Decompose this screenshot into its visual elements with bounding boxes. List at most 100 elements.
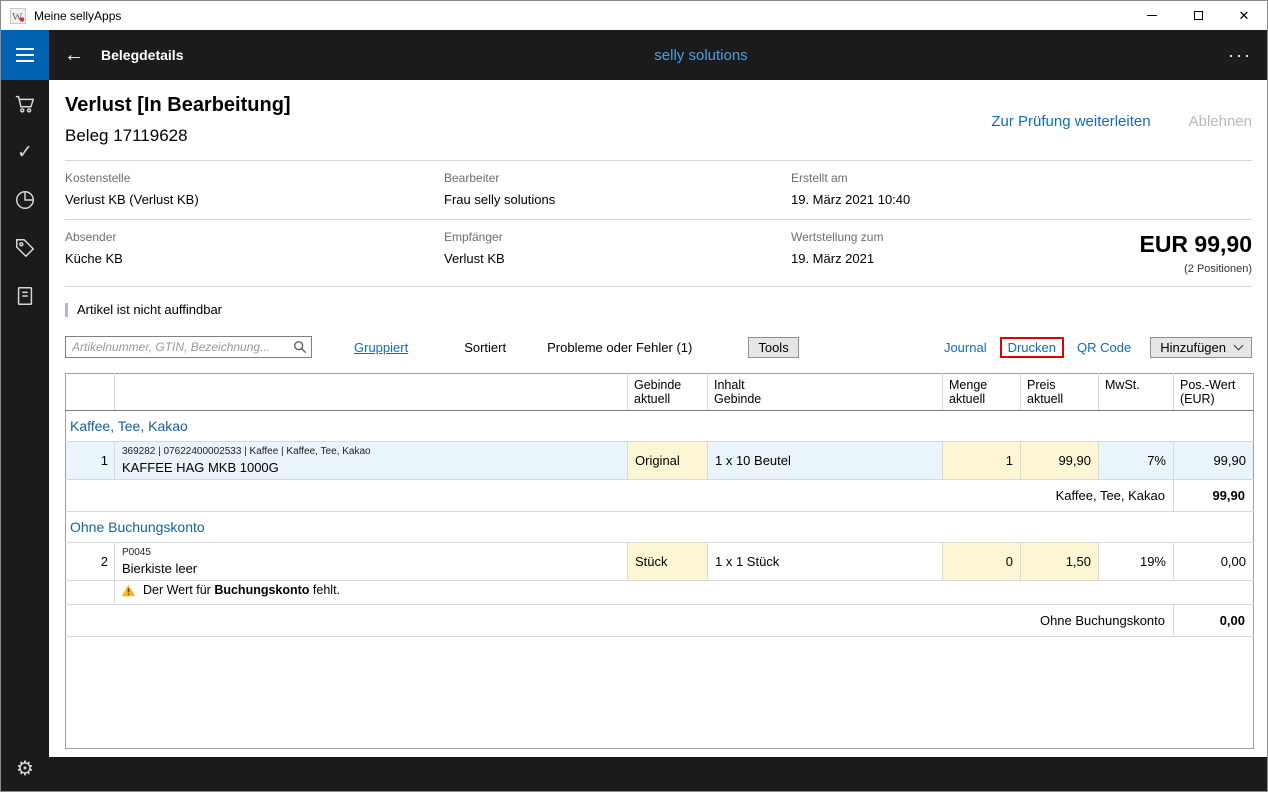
table-row-2[interactable]: 2 P0045 Bierkiste leer Stück 1 x 1 Stück… [66,543,1254,581]
add-button[interactable]: Hinzufügen [1150,337,1252,358]
tools-button[interactable]: Tools [748,337,798,358]
subtotal-label: Ohne Buchungskonto [66,605,1174,637]
menge-cell[interactable]: 1 [943,442,1021,480]
article-name: KAFFEE HAG MKB 1000G [122,460,620,475]
article-search [65,336,312,358]
warning-icon [121,584,136,597]
subtotal-row-kaffee: Kaffee, Tee, Kakao 99,90 [66,480,1254,512]
row-number: 1 [66,442,115,480]
search-icon[interactable] [293,340,307,357]
mwst-cell: 7% [1099,442,1174,480]
settings-button[interactable]: ⚙ [1,745,49,791]
subtotal-value: 99,90 [1174,480,1254,512]
field-bearbeiter: Bearbeiter Frau selly solutions [444,171,791,207]
minimize-icon [1147,15,1157,16]
col-header-article [115,374,628,411]
problems-filter[interactable]: Probleme oder Fehler (1) [547,340,692,355]
sidebar-item-tasks[interactable]: ✓ [1,128,49,176]
menu-button[interactable] [1,30,49,80]
back-button[interactable]: ← [64,45,84,65]
col-header-preis: Preis aktuell [1021,374,1099,411]
titlebar: W Meine sellyApps ✕ [1,1,1267,30]
subtotal-row-ohne-buchungskonto: Ohne Buchungskonto 0,00 [66,605,1254,637]
brand-title: selly solutions [654,47,747,64]
preis-cell[interactable]: 99,90 [1021,442,1099,480]
article-cell: 369282 | 07622400002533 | Kaffee | Kaffe… [115,442,628,480]
group-header-kaffee[interactable]: Kaffee, Tee, Kakao [66,411,1254,442]
total-amount: EUR 99,90 [1139,231,1252,258]
catalog-book-icon [14,285,36,307]
more-button[interactable]: ··· [1228,51,1252,60]
preis-cell[interactable]: 1,50 [1021,543,1099,581]
reject-button[interactable]: Ablehnen [1189,113,1252,146]
print-highlight-box: Drucken [1000,337,1064,358]
position-count: (2 Positionen) [1139,263,1252,275]
window-controls: ✕ [1129,1,1267,30]
notice-article-not-found: Artikel ist nicht auffindbar [65,302,1252,317]
col-header-menge: Menge aktuell [943,374,1021,411]
col-header-pos-wert: Pos.-Wert (EUR) [1174,374,1254,411]
sorted-toggle[interactable]: Sortiert [464,340,506,355]
col-header-num [66,374,115,411]
document-title: Verlust [In Bearbeitung] [65,94,291,117]
inhalt-cell: 1 x 1 Stück [708,543,943,581]
table-header-row: Gebinde aktuell Inhalt Gebinde Menge akt… [66,374,1254,411]
positions-table: Gebinde aktuell Inhalt Gebinde Menge akt… [65,373,1254,749]
content: Verlust [In Bearbeitung] Beleg 17119628 … [49,80,1267,757]
page-header: ← Belegdetails selly solutions ··· [49,30,1267,80]
field-absender: Absender Küche KB [65,230,444,266]
search-input[interactable] [65,336,312,358]
pie-chart-icon [14,189,36,211]
document-total: EUR 99,90 (2 Positionen) [1139,231,1252,275]
price-tag-icon [14,237,36,259]
toolbar: Gruppiert Sortiert Probleme oder Fehler … [65,336,1252,358]
subtotal-label: Kaffee, Tee, Kakao [66,480,1174,512]
col-header-inhalt: Inhalt Gebinde [708,374,943,411]
qr-code-link[interactable]: QR Code [1077,340,1131,355]
group-header-ohne-buchungskonto[interactable]: Ohne Buchungskonto [66,512,1254,543]
forward-review-button[interactable]: Zur Prüfung weiterleiten [991,113,1150,146]
journal-link[interactable]: Journal [944,340,987,355]
article-cell: P0045 Bierkiste leer [115,543,628,581]
table-empty-area [66,637,1254,749]
info-row-2: Absender Küche KB Empfänger Verlust KB W… [65,220,1252,286]
inhalt-cell: 1 x 10 Beutel [708,442,943,480]
page-title: Belegdetails [101,47,183,63]
row-number: 2 [66,543,115,581]
sidebar-item-reports[interactable] [1,176,49,224]
warning-row: Der Wert für Buchungskonto fehlt. [66,581,1254,605]
divider [65,286,1252,287]
app-icon: W [10,8,26,24]
maximize-button[interactable] [1175,1,1221,30]
hamburger-icon [16,48,34,50]
print-link[interactable]: Drucken [1008,340,1056,355]
pos-wert-cell: 0,00 [1174,543,1254,581]
mwst-cell: 19% [1099,543,1174,581]
article-meta: 369282 | 07622400002533 | Kaffee | Kaffe… [122,446,620,457]
menge-cell[interactable]: 0 [943,543,1021,581]
field-erstellt-am: Erstellt am 19. März 2021 10:40 [791,171,1252,207]
minimize-button[interactable] [1129,1,1175,30]
article-name: Bierkiste leer [122,561,620,576]
checkmark-icon: ✓ [17,141,33,164]
info-row-1: Kostenstelle Verlust KB (Verlust KB) Bea… [65,161,1252,219]
sidebar-item-cart[interactable] [1,80,49,128]
close-button[interactable]: ✕ [1221,1,1267,30]
field-kostenstelle: Kostenstelle Verlust KB (Verlust KB) [65,171,444,207]
table-row-1[interactable]: 1 369282 | 07622400002533 | Kaffee | Kaf… [66,442,1254,480]
col-header-gebinde: Gebinde aktuell [628,374,708,411]
document-number: Beleg 17119628 [65,126,291,146]
grouped-toggle[interactable]: Gruppiert [354,340,408,355]
bottom-bar [49,757,1267,791]
sidebar-item-prices[interactable] [1,224,49,272]
gebinde-cell[interactable]: Stück [628,543,708,581]
sidebar: ✓ ⚙ [1,30,49,791]
gebinde-cell[interactable]: Original [628,442,708,480]
article-meta: P0045 [122,547,620,558]
pos-wert-cell: 99,90 [1174,442,1254,480]
gear-icon: ⚙ [16,756,34,781]
sidebar-item-catalog[interactable] [1,272,49,320]
warning-text: Der Wert für Buchungskonto fehlt. [143,583,340,597]
chevron-down-icon [1234,340,1244,350]
shopping-cart-icon [14,93,36,115]
